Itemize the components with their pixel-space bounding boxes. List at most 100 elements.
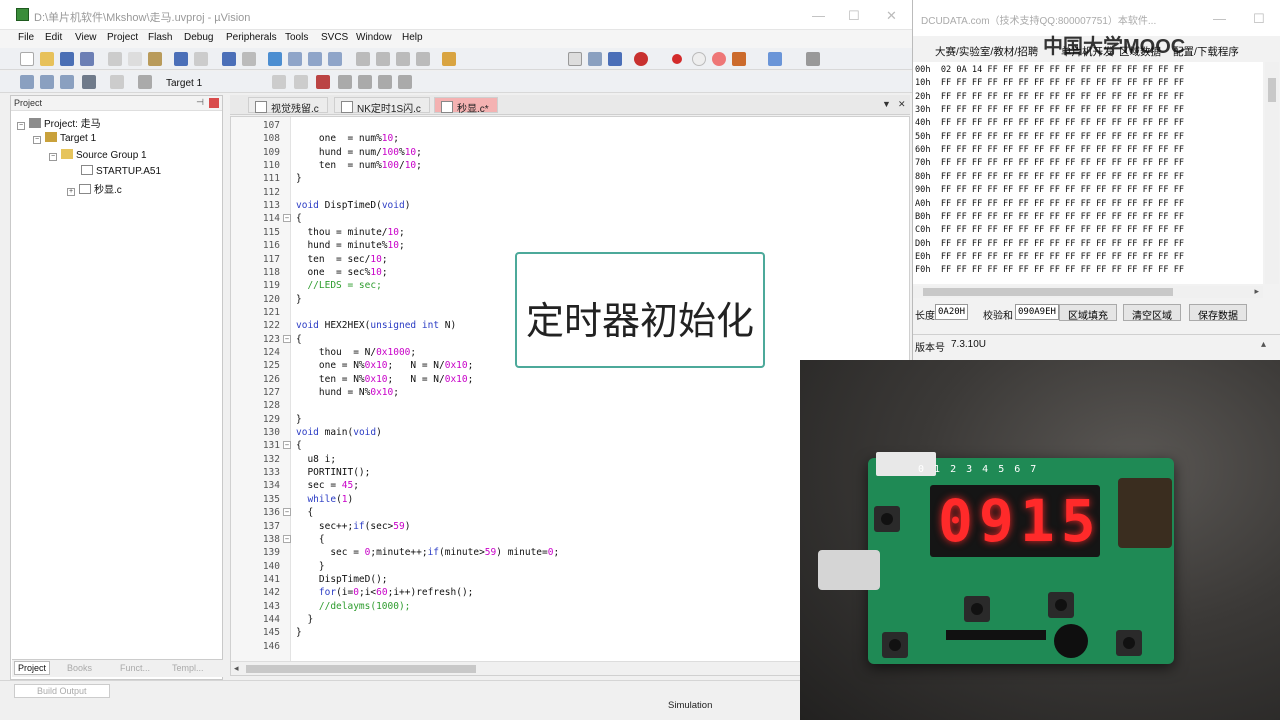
maximize-icon[interactable]: ☐ [848,8,860,24]
maximize-icon[interactable]: ☐ [1253,11,1265,27]
pin-icon[interactable]: ⊣ [196,97,204,108]
rte-icon[interactable] [398,75,412,89]
cut-icon[interactable] [108,52,122,66]
close-tab-icon[interactable]: ✕ [898,99,906,110]
kill-breakpoints-icon[interactable] [712,52,726,66]
tool-menu-item[interactable]: 区域数据 [1119,44,1161,59]
collapse-icon[interactable]: − [49,153,57,161]
build-icon[interactable] [40,75,54,89]
fill-region-button[interactable]: 区域填充 [1059,304,1117,322]
hex-editor[interactable]: 00h 02 0A 14 FF FF FF FF FF FF FF FF FF … [913,62,1263,284]
configure-icon[interactable] [732,52,746,66]
rebuild-icon[interactable] [60,75,74,89]
checksum-field[interactable]: 090A9EH [1015,304,1059,320]
tree-source-group[interactable]: − Source Group 1 [49,149,147,161]
disable-breakpoint-icon[interactable] [692,52,706,66]
fold-icon[interactable]: − [283,534,291,543]
save-icon[interactable] [60,52,74,66]
comment-icon[interactable] [396,52,410,66]
menu-flash[interactable]: Flash [148,32,172,43]
menu-file[interactable]: File [18,32,34,43]
menu-peripherals[interactable]: Peripherals [226,32,277,43]
find-combo-icon[interactable] [568,52,582,66]
menu-svcs[interactable]: SVCS [321,32,348,43]
tree-project-root[interactable]: − Project: 走马 [17,115,101,130]
expand-icon[interactable]: + [67,188,75,196]
clear-region-button[interactable]: 清空区域 [1123,304,1181,322]
scroll-thumb[interactable] [246,665,476,673]
open-folder-icon[interactable] [40,52,54,66]
redo-icon[interactable] [194,52,208,66]
target-settings-icon[interactable] [272,75,286,89]
horizontal-scrollbar[interactable]: ◂ [231,661,801,675]
save-data-button[interactable]: 保存数据 [1189,304,1247,322]
tab-books[interactable]: Books [67,663,92,673]
menu-edit[interactable]: Edit [45,32,62,43]
tree-target[interactable]: − Target 1 [33,132,96,144]
tab-project[interactable]: Project [14,661,51,675]
collapse-icon[interactable]: ▴ [1261,339,1266,350]
event-recorder-icon[interactable] [378,75,392,89]
tab-list-icon[interactable]: ▼ [882,99,891,109]
collapse-icon[interactable]: − [17,122,25,130]
new-file-icon[interactable] [20,52,34,66]
fold-icon[interactable]: − [283,214,291,223]
menu-debug[interactable]: Debug [184,32,213,43]
file-extensions-icon[interactable] [294,75,308,89]
close-panel-icon[interactable] [209,98,219,108]
menu-window[interactable]: Window [356,32,392,43]
debug-session-icon[interactable] [634,52,648,66]
menu-tools[interactable]: Tools [285,32,308,43]
scroll-left-icon[interactable]: ◂ [234,663,239,674]
minimize-icon[interactable]: — [1213,11,1226,26]
wrench-icon[interactable] [806,52,820,66]
find-in-files-icon[interactable] [442,52,456,66]
bookmark-icon[interactable] [268,52,282,66]
length-field[interactable]: 0A20H [935,304,969,320]
download-icon[interactable] [82,75,96,89]
translate-icon[interactable] [20,75,34,89]
stop-build-icon[interactable] [110,75,124,89]
copy-icon[interactable] [128,52,142,66]
editor-tab-active[interactable]: 秒显.c* [434,97,498,115]
vertical-scrollbar[interactable] [1265,62,1279,284]
uncomment-icon[interactable] [416,52,430,66]
editor-tab[interactable]: 视觉残留.c [248,97,328,115]
undo-icon[interactable] [174,52,188,66]
window-layout-icon[interactable] [768,52,782,66]
next-bookmark-icon[interactable] [308,52,322,66]
clear-bookmarks-icon[interactable] [328,52,342,66]
tool-menu-item[interactable]: 单片机开发 [1061,44,1114,59]
nav-back-icon[interactable] [222,52,236,66]
scroll-right-icon[interactable]: ▸ [1254,286,1259,297]
find-icon[interactable] [588,52,602,66]
fold-icon[interactable]: − [283,334,291,343]
pack-installer-icon[interactable] [358,75,372,89]
unindent-icon[interactable] [376,52,390,66]
prev-bookmark-icon[interactable] [288,52,302,66]
build-output-tab[interactable]: Build Output [14,684,110,698]
scroll-thumb[interactable] [1268,78,1276,102]
fold-icon[interactable]: − [283,508,291,517]
horizontal-scrollbar[interactable]: ▸ [913,286,1263,298]
menu-project[interactable]: Project [107,32,138,43]
target-select[interactable]: Target 1 [166,78,202,89]
breakpoint-icon[interactable] [672,54,682,64]
tree-file-startup[interactable]: STARTUP.A51 [81,165,161,177]
editor-tab[interactable]: NK定时1S闪.c [334,97,430,115]
tab-functions[interactable]: Funct... [120,663,150,673]
select-packs-icon[interactable] [338,75,352,89]
scroll-thumb[interactable] [923,288,1173,296]
tree-file-main[interactable]: + 秒显.c [67,181,122,196]
manage-components-icon[interactable] [316,75,330,89]
collapse-icon[interactable]: − [33,136,41,144]
nav-forward-icon[interactable] [242,52,256,66]
incremental-find-icon[interactable] [608,52,622,66]
target-options-icon[interactable] [138,75,152,89]
menu-help[interactable]: Help [402,32,423,43]
minimize-icon[interactable]: — [812,8,825,23]
tool-menu-item[interactable]: 大赛/实验室/教材/招聘 [935,44,1038,59]
indent-icon[interactable] [356,52,370,66]
paste-icon[interactable] [148,52,162,66]
fold-icon[interactable]: − [283,441,291,450]
